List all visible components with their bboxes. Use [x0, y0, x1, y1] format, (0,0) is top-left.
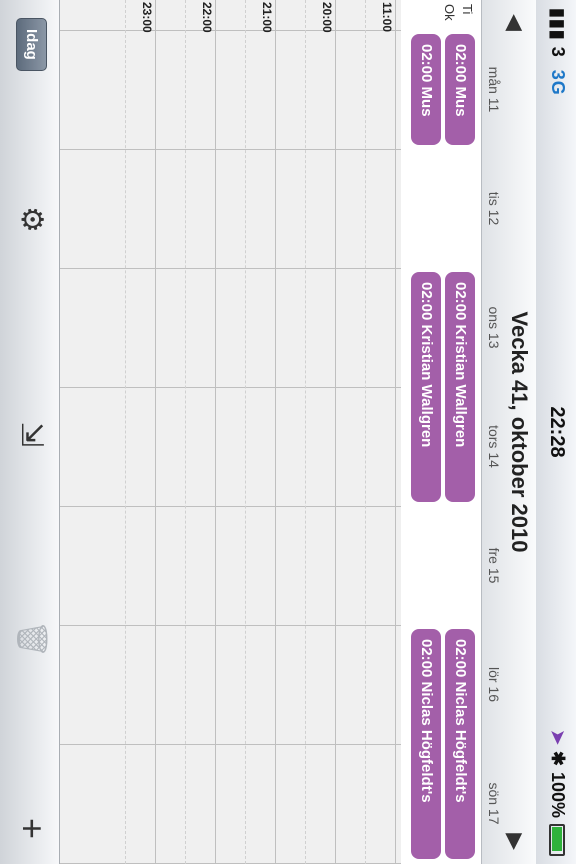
gear-icon[interactable]: ⚙ [14, 206, 49, 233]
bluetooth-icon: ✱ [548, 750, 568, 766]
all-day-event[interactable]: 02:00 Mus [411, 34, 441, 145]
all-day-event[interactable]: 02:00 Kristian Wallgren [411, 272, 441, 502]
day-labels: mån 11 tis 12 ons 13 tors 14 fre 15 lör 16 sön… [484, 0, 502, 864]
day-divider [60, 625, 401, 626]
today-button[interactable]: Idag [16, 18, 47, 71]
day-label: mån 11 [486, 66, 502, 113]
allday-label-top: Ti [460, 4, 475, 15]
hour-label: 20:00 [320, 2, 334, 33]
hour-label: 22:00 [200, 2, 214, 33]
all-day-event[interactable]: 02:00 Niclas Högfeldt's [411, 629, 441, 859]
day-label: fre 15 [486, 547, 502, 584]
all-day-event[interactable]: 02:00 Kristian Wallgren [445, 272, 475, 502]
status-right: ➤ ✱ 100% [547, 730, 568, 856]
time-grid[interactable]: 11:00 20:00 21:00 22:00 23:00 [60, 0, 401, 864]
export-icon[interactable]: ⇲ [14, 422, 49, 447]
calendar-screen: ▮▮▮ 3 3G 22:28 ➤ ✱ 100% ◀ Vecka 41, okto… [0, 0, 576, 864]
day-divider [60, 268, 401, 269]
week-header: ◀ Vecka 41, oktober 2010 ▶ mån 11 tis 12 o… [481, 0, 536, 864]
week-title: Vecka 41, oktober 2010 [507, 311, 532, 553]
half-hour-line [185, 0, 186, 864]
hour-label: 23:00 [140, 2, 154, 33]
day-divider [60, 506, 401, 507]
trash-icon[interactable]: 🗑 [14, 620, 49, 658]
half-hour-line [305, 0, 306, 864]
hour-line [215, 0, 216, 864]
hour-line [335, 0, 336, 864]
plus-icon[interactable]: + [11, 818, 53, 839]
half-hour-line [365, 0, 366, 864]
all-day-event[interactable]: 02:00 Mus [445, 34, 475, 145]
day-divider [60, 149, 401, 150]
status-bar: ▮▮▮ 3 3G 22:28 ➤ ✱ 100% [536, 0, 576, 864]
hour-label: 11:00 [380, 2, 394, 33]
all-day-event[interactable]: 02:00 Niclas Högfeldt's [445, 629, 475, 859]
day-divider [60, 30, 401, 31]
day-label: lör 16 [486, 666, 502, 703]
location-arrow-icon: ➤ [548, 729, 568, 745]
day-label: sön 17 [486, 782, 502, 825]
half-hour-line [245, 0, 246, 864]
bottom-toolbar: Idag ⚙ ⇲ 🗑 + [0, 0, 60, 864]
allday-label-bottom: Ok [442, 4, 457, 21]
battery-percent: 100% [548, 771, 568, 818]
day-label: tors 14 [486, 425, 502, 468]
day-divider [60, 744, 401, 745]
hour-label: 21:00 [260, 2, 274, 33]
hour-line [155, 0, 156, 864]
half-hour-line [125, 0, 126, 864]
triangle-right-icon[interactable]: ▶ [502, 833, 528, 850]
hour-line [395, 0, 396, 864]
battery-icon [549, 824, 566, 856]
hour-line [275, 0, 276, 864]
day-label: tis 12 [486, 191, 502, 226]
day-label: ons 13 [486, 306, 502, 349]
all-day-events: Ti Ok 02:00 Mus 02:00 Mus 02:00 Kristian W… [399, 0, 481, 864]
day-divider [60, 387, 401, 388]
